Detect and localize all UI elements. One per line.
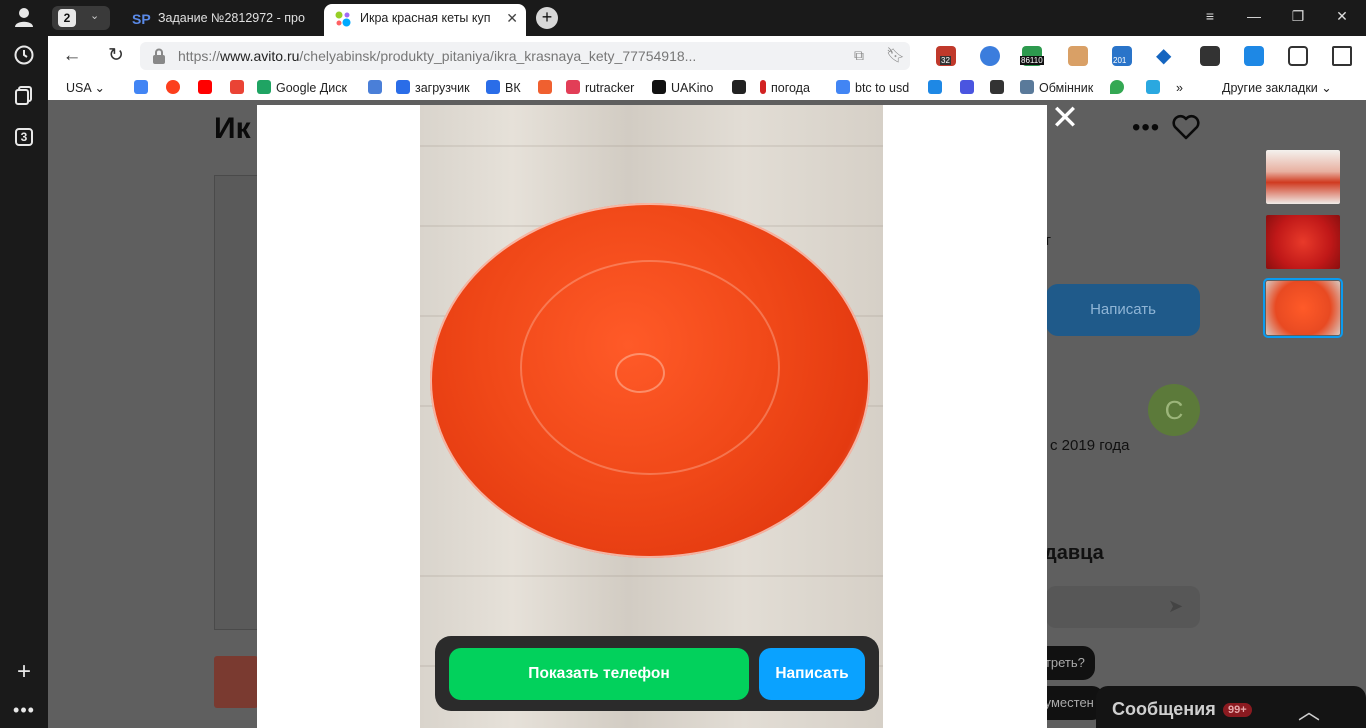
bookmark-f[interactable] [538, 80, 557, 96]
extension-shield-icon[interactable]: 32 [936, 46, 956, 66]
bookmark-exchange[interactable]: Обмінник [1020, 80, 1093, 96]
photo-thumbnail-selected[interactable] [1263, 278, 1343, 338]
download-icon[interactable] [1244, 46, 1264, 66]
bookmark-youtube[interactable] [198, 80, 217, 96]
photo-viewer-modal: Показать телефон Написать [257, 105, 1047, 728]
page-title: Ик [214, 112, 251, 145]
close-window-icon[interactable]: ✕ [1332, 8, 1352, 25]
photo-thumbnail[interactable] [1266, 215, 1340, 269]
extension-notes-icon[interactable] [1288, 46, 1308, 66]
restore-icon[interactable]: ❐ [1288, 8, 1308, 25]
send-icon[interactable]: ➤ [1168, 596, 1183, 617]
bookmarks-overflow[interactable]: » [1176, 80, 1183, 96]
contact-action-bar: Показать телефон Написать [435, 636, 879, 711]
back-icon[interactable]: ← [60, 44, 84, 68]
bookmark-icon[interactable]: 🔖︎ [886, 46, 905, 64]
extension-diamond-icon[interactable]: ◆ [1156, 46, 1176, 66]
extension-face-icon[interactable] [1068, 46, 1088, 66]
messages-count-badge: 99+ [1223, 703, 1252, 717]
other-bookmarks[interactable]: Другие закладки ⌄ [1222, 80, 1332, 96]
bookmarks-bar: USA ⌄ Google Диск загрузчик ВК rutracker… [48, 76, 1366, 100]
bookmark-uakino[interactable]: UAKino [652, 80, 713, 96]
bookmark-chess[interactable] [732, 80, 751, 96]
lock-icon[interactable] [152, 48, 166, 64]
history-icon[interactable] [12, 44, 36, 68]
more-options-icon[interactable]: ••• [1132, 114, 1160, 142]
tab-label: Задание №2812972 - про [158, 11, 305, 25]
show-phone-button[interactable]: Показать телефон [449, 648, 749, 700]
bookmark-gmail[interactable] [230, 80, 249, 96]
write-button[interactable]: Написать [759, 648, 865, 700]
seller-since: с 2019 года [1050, 437, 1130, 454]
extension-calendar-icon[interactable]: 201 [1112, 46, 1132, 66]
tab-strip: 2 ⌄ SP Задание №2812972 - про Икра красн… [48, 0, 1366, 36]
messages-panel[interactable]: Сообщения 99+ ︿ [1096, 686, 1366, 728]
url-field[interactable]: https://www.avito.ru/chelyabinsk/produkt… [140, 42, 910, 70]
bookmark-star[interactable] [1146, 80, 1165, 96]
close-tab-icon[interactable]: ✕ [506, 4, 518, 32]
extension-arrow-icon[interactable] [1200, 46, 1220, 66]
write-seller-button[interactable]: Написать [1046, 284, 1200, 336]
bookmark-rutracker[interactable]: rutracker [566, 80, 634, 96]
bookmark-weather[interactable]: погода [760, 80, 810, 96]
avito-favicon-icon [334, 10, 352, 28]
tab-group-button[interactable]: 2 ⌄ [52, 6, 110, 30]
gallery-thumb[interactable] [214, 656, 258, 708]
url-text: https://www.avito.ru/chelyabinsk/produkt… [178, 48, 697, 64]
sp-favicon-icon: SP [132, 11, 151, 27]
page-background: Ик ••• т Написать С с 2019 года давца ➤ … [48, 100, 1366, 728]
tab-count-badge: 2 [58, 9, 76, 27]
more-icon[interactable]: ••• [12, 698, 36, 722]
close-icon[interactable]: ✕ [1050, 101, 1080, 135]
bookmark-bc[interactable] [990, 80, 1009, 96]
profile-icon[interactable] [12, 6, 36, 30]
bookmark-translate[interactable] [368, 80, 387, 96]
chevron-down-icon: ⌄ [90, 10, 100, 22]
bookmark-p[interactable] [928, 80, 947, 96]
tab-avito[interactable]: Икра красная кеты куп ✕ [324, 4, 526, 36]
avatar[interactable]: С [1148, 384, 1200, 436]
minimize-icon[interactable]: — [1244, 8, 1264, 24]
add-panel-icon[interactable]: + [12, 660, 36, 684]
product-photo [420, 105, 883, 728]
chevron-up-icon[interactable]: ︿ [1298, 694, 1320, 726]
bookmark-yandex[interactable] [166, 80, 185, 96]
bookmark-btc[interactable]: btc to usd [836, 80, 909, 96]
message-input[interactable]: ➤ [1046, 586, 1200, 628]
tab-task[interactable]: SP Задание №2812972 - про [122, 4, 320, 36]
favorite-heart-icon[interactable] [1172, 114, 1200, 147]
extension-puzzle-icon[interactable] [1332, 46, 1352, 66]
bookmark-maps[interactable] [1110, 80, 1129, 96]
bookmark-vk[interactable]: ВК [486, 80, 521, 96]
messages-label: Сообщения [1112, 699, 1216, 719]
extension-network-icon[interactable] [980, 46, 1000, 66]
extension-counter-icon[interactable]: 86110 [1020, 46, 1044, 66]
bookmark-google[interactable] [134, 80, 153, 96]
bookmark-downloader[interactable]: загрузчик [396, 80, 470, 96]
tabs-count-icon[interactable]: 3 [15, 128, 33, 146]
bookmark-arrow[interactable] [960, 80, 979, 96]
share-icon[interactable]: ⧉ [854, 47, 864, 64]
new-tab-icon[interactable]: + [536, 7, 558, 29]
address-bar: ← ↻ https://www.avito.ru/chelyabinsk/pro… [48, 36, 1366, 76]
bookmark-usa[interactable]: USA ⌄ [66, 80, 105, 96]
tab-label: Икра красная кеты куп [360, 11, 491, 25]
ask-seller-heading: давца [1044, 542, 1104, 564]
reload-icon[interactable]: ↻ [104, 44, 128, 68]
collections-icon[interactable] [12, 84, 36, 108]
photo-thumbnail[interactable] [1266, 150, 1340, 204]
menu-icon[interactable]: ≡ [1200, 8, 1220, 24]
browser-sidebar: 3 + ••• [0, 0, 48, 728]
bookmark-google-drive[interactable]: Google Диск [257, 80, 347, 96]
